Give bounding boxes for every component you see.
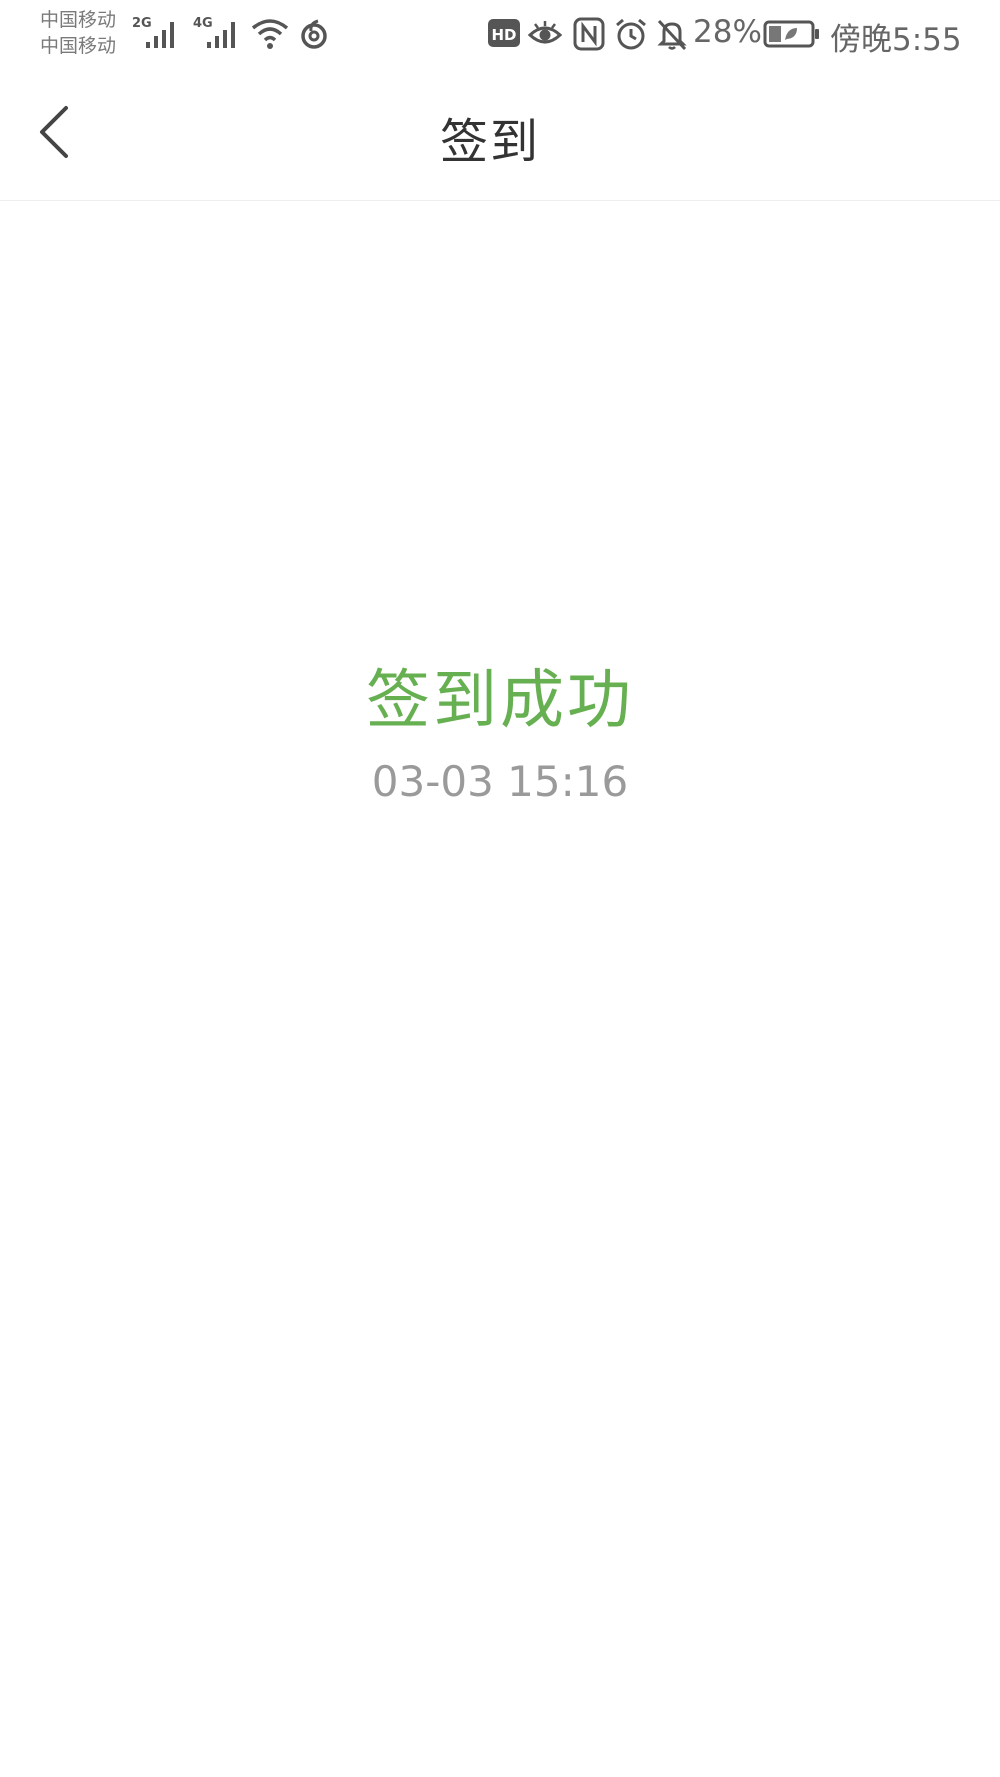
svg-text:HD: HD [491, 26, 516, 44]
status-bar: 中国移动 中国移动 2G 4G HD 28% 傍晚5:55 [0, 0, 1000, 72]
mute-icon [657, 19, 687, 51]
battery-percent: 28% [693, 14, 762, 50]
hd-icon: HD [488, 19, 520, 47]
checkin-success-text: 签到成功 [366, 664, 634, 738]
carrier-2-label: 中国移动 [40, 35, 117, 57]
checkin-timestamp: 03-03 15:16 [371, 757, 629, 806]
carrier-1-label: 中国移动 [40, 9, 117, 31]
netease-music-icon [301, 19, 327, 49]
alarm-icon [616, 18, 646, 50]
signal-2-icon: 4G [193, 16, 245, 50]
signal-1-icon: 2G [132, 16, 184, 50]
carrier-labels: 中国移动 中国移动 [40, 7, 116, 59]
title-bar: 签到 [0, 72, 1000, 201]
page-title: 签到 [439, 114, 540, 170]
wifi-icon [251, 19, 289, 49]
battery-icon [763, 20, 819, 48]
status-clock: 傍晚5:55 [830, 22, 962, 58]
nfc-icon [573, 17, 605, 51]
checkin-screen: 中国移动 中国移动 2G 4G HD 28% 傍晚5:55 签到 签到成功 03… [0, 0, 1000, 1777]
eye-comfort-icon [527, 21, 563, 44]
checkin-result-area: 签到成功 03-03 15:16 [0, 201, 1000, 1777]
